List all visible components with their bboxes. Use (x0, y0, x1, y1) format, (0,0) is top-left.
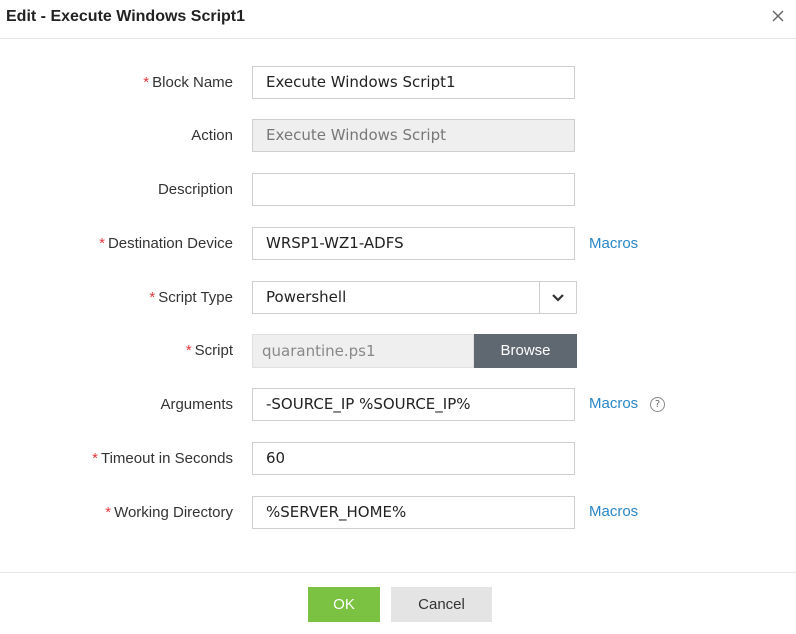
chevron-down-icon[interactable] (539, 282, 576, 313)
working-directory-input[interactable]: %SERVER_HOME% (252, 496, 575, 529)
script-type-label: * Script Type (149, 289, 233, 306)
destination-device-macros-link[interactable]: Macros (589, 235, 638, 252)
destination-device-label: * Destination Device (99, 235, 233, 252)
description-label: Description (157, 181, 233, 198)
required-marker: * (149, 289, 156, 306)
help-icon[interactable]: ? (650, 397, 665, 412)
dialog-title: Edit - Execute Windows Script1 (6, 8, 246, 25)
dialog-header: Edit - Execute Windows Script1 (0, 0, 796, 39)
block-name-row: * Block Name Execute Windows Script1 (0, 66, 796, 100)
arguments-label: Arguments (160, 396, 233, 413)
timeout-input[interactable]: 60 (252, 442, 575, 475)
action-label: Action (191, 127, 233, 144)
description-row: Description (0, 173, 796, 207)
script-label: * Script (185, 342, 233, 359)
cancel-button[interactable]: Cancel (391, 587, 492, 622)
browse-button[interactable]: Browse (474, 334, 577, 368)
working-directory-label: * Working Directory (105, 504, 233, 521)
ok-button[interactable]: OK (308, 587, 380, 622)
timeout-label: * Timeout in Seconds (92, 450, 233, 467)
working-directory-row: * Working Directory %SERVER_HOME% Macros (0, 496, 796, 530)
working-directory-macros-link[interactable]: Macros (589, 503, 638, 520)
script-row: * Script quarantine.ps1 Browse (0, 334, 796, 368)
required-marker: * (92, 450, 98, 467)
block-name-label: * Block Name (143, 74, 233, 91)
script-file-name: quarantine.ps1 (252, 334, 474, 368)
required-marker: * (185, 342, 192, 359)
arguments-row: Arguments -SOURCE_IP %SOURCE_IP% Macros … (0, 388, 796, 422)
required-marker: * (99, 235, 105, 252)
close-icon[interactable] (768, 6, 788, 26)
script-type-row: * Script Type Powershell (0, 281, 796, 315)
arguments-macros-link[interactable]: Macros (589, 395, 638, 412)
script-type-select[interactable]: Powershell (252, 281, 577, 314)
required-marker: * (143, 74, 150, 91)
destination-device-input[interactable]: WRSP1-WZ1-ADFS (252, 227, 575, 260)
required-marker: * (105, 504, 112, 521)
description-input[interactable] (252, 173, 575, 206)
footer-divider (0, 572, 796, 573)
action-input: Execute Windows Script (252, 119, 575, 152)
script-type-value: Powershell (266, 288, 347, 306)
block-name-input[interactable]: Execute Windows Script1 (252, 66, 575, 99)
arguments-input[interactable]: -SOURCE_IP %SOURCE_IP% (252, 388, 575, 421)
timeout-row: * Timeout in Seconds 60 (0, 442, 796, 476)
action-row: Action Execute Windows Script (0, 119, 796, 153)
destination-device-row: * Destination Device WRSP1-WZ1-ADFS Macro… (0, 227, 796, 261)
